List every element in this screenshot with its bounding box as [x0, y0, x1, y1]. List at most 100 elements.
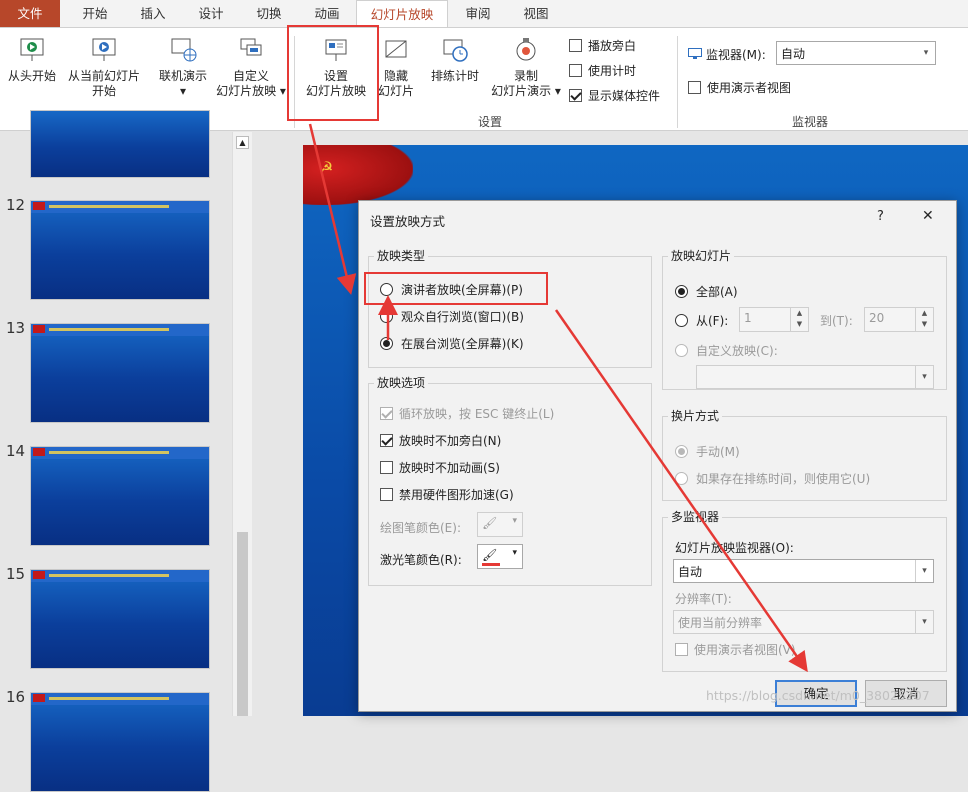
slideshow-current-icon [92, 38, 116, 61]
from-slides-radio[interactable]: 从(F): [675, 312, 728, 329]
resolution-select[interactable]: 使用当前分辨率 ▾ [673, 610, 934, 634]
chevron-down-icon: ▾ [512, 548, 517, 558]
tab-view[interactable]: 视图 [506, 0, 566, 27]
manual-advance-radio[interactable]: 手动(M) [675, 443, 740, 460]
radio-button[interactable] [380, 310, 393, 323]
checkbox-box[interactable] [688, 81, 701, 94]
record-show-button[interactable]: 录制 幻灯片演示 ▾ [486, 36, 566, 99]
online-present-button[interactable]: 联机演示 ▾ [150, 36, 216, 99]
radio-button[interactable] [675, 344, 688, 357]
multi-monitor-legend: 多监视器 [668, 508, 723, 525]
custom-show-label-1: 自定义 [232, 69, 269, 83]
loop-checkbox[interactable]: 循环放映，按 ESC 键终止(L) [380, 405, 554, 422]
kiosk-radio[interactable]: 在展台浏览(全屏幕)(K) [380, 335, 524, 352]
tab-slideshow[interactable]: 幻灯片放映 [356, 0, 448, 28]
disable-hw-accel-label: 禁用硬件图形加速(G) [399, 488, 514, 502]
hide-slide-icon [385, 40, 407, 58]
slide-number: 12 [6, 196, 26, 214]
checkbox-box[interactable] [569, 64, 582, 77]
dlg-presenter-view-checkbox[interactable]: 使用演示者视图(V) [675, 641, 796, 658]
custom-show-radio[interactable]: 自定义放映(C): [675, 342, 778, 359]
radio-button[interactable] [675, 472, 688, 485]
tab-design[interactable]: 设计 [182, 0, 240, 27]
slideshow-play-icon [20, 38, 44, 61]
slide-thumbnail[interactable] [30, 200, 210, 300]
all-slides-radio[interactable]: 全部(A) [675, 283, 738, 300]
hide-slide-label-1: 隐藏 [383, 69, 408, 83]
laser-color-picker[interactable]: 🖌 ▾ [477, 544, 523, 569]
slide-thumbnail[interactable] [30, 569, 210, 669]
tab-insert[interactable]: 插入 [124, 0, 182, 27]
from-current-button[interactable]: 从当前幻灯片 开始 [62, 36, 146, 99]
scroll-up-arrow-icon[interactable]: ▲ [236, 136, 249, 149]
tab-review[interactable]: 审阅 [450, 0, 506, 27]
annotation-box-presenter-option [364, 272, 548, 305]
checkbox-box[interactable] [569, 89, 582, 102]
radio-button[interactable] [675, 285, 688, 298]
resolution-label: 分辨率(T): [675, 592, 732, 606]
use-timings-checkbox[interactable]: 使用计时 [569, 62, 636, 79]
checkbox-box[interactable] [675, 643, 688, 656]
loop-label: 循环放映，按 ESC 键终止(L) [399, 407, 555, 421]
play-narration-checkbox[interactable]: 播放旁白 [569, 37, 636, 54]
from-slide-spinner[interactable]: 1 ▲ ▼ [739, 307, 809, 332]
radio-button[interactable] [380, 337, 393, 350]
monitor-select[interactable]: 自动 ▾ [776, 41, 936, 65]
checkbox-box[interactable] [380, 488, 393, 501]
browse-window-radio[interactable]: 观众自行浏览(窗口)(B) [380, 308, 524, 325]
slide-number: 13 [6, 319, 26, 337]
to-slide-spinner[interactable]: 20 ▲ ▼ [864, 307, 934, 332]
checkbox-box[interactable] [380, 407, 393, 420]
tab-home[interactable]: 开始 [66, 0, 124, 27]
watermark: https://blog.csdn.net/m0_38025207 [706, 688, 930, 703]
play-narration-label: 播放旁白 [588, 39, 637, 53]
resolution-value: 使用当前分辨率 [678, 616, 763, 630]
pen-color-picker[interactable]: 🖌 ▾ [477, 512, 523, 537]
checkbox-box[interactable] [569, 39, 582, 52]
tab-animations[interactable]: 动画 [298, 0, 356, 27]
slide-thumbnail[interactable] [30, 692, 210, 792]
slide-thumbnail[interactable] [30, 446, 210, 546]
ribbon-presenter-view-checkbox[interactable]: 使用演示者视图 [688, 79, 791, 96]
media-controls-checkbox[interactable]: 显示媒体控件 [569, 87, 660, 104]
slide-number: 16 [6, 688, 26, 706]
custom-show-select[interactable]: ▾ [696, 365, 934, 389]
rehearse-timings-button[interactable]: 排练计时 [424, 36, 486, 84]
slide-thumbnail[interactable] [30, 323, 210, 423]
show-slides-legend: 放映幻灯片 [668, 247, 735, 264]
spinner-arrows-icon[interactable]: ▲ ▼ [915, 308, 933, 331]
chevron-down-icon: ▾ [915, 366, 933, 388]
no-animation-checkbox[interactable]: 放映时不加动画(S) [380, 459, 500, 476]
tab-file[interactable]: 文件 [0, 0, 60, 27]
use-timings-radio[interactable]: 如果存在排练时间，则使用它(U) [675, 470, 870, 487]
show-options-legend: 放映选项 [374, 374, 429, 391]
record-icon [516, 38, 536, 61]
custom-show-button[interactable]: 自定义 幻灯片放映 ▾ [212, 36, 290, 99]
no-narration-checkbox[interactable]: 放映时不加旁白(N) [380, 432, 501, 449]
from-value: 1 [744, 311, 752, 325]
from-label: 从(F): [696, 314, 729, 328]
pen-bucket-icon: 🖌 [482, 516, 498, 530]
hide-slide-button[interactable]: 隐藏 幻灯片 [374, 36, 418, 99]
tab-transitions[interactable]: 切换 [240, 0, 298, 27]
scrollbar-thumb[interactable] [237, 532, 248, 716]
from-current-label-2: 开始 [91, 84, 116, 98]
dialog-title: 设置放映方式 [370, 214, 446, 229]
radio-button[interactable] [675, 445, 688, 458]
close-button[interactable]: ✕ [922, 208, 934, 224]
chevron-down-icon: ▾ [915, 560, 933, 582]
custom-show-label-2: 幻灯片放映 ▾ [216, 84, 286, 98]
from-start-button[interactable]: 从头开始 [2, 36, 62, 84]
show-monitor-select[interactable]: 自动 ▾ [673, 559, 934, 583]
slide-thumbnails-pane: 12 13 14 15 16 [0, 110, 232, 792]
checkbox-box[interactable] [380, 434, 393, 447]
checkbox-box[interactable] [380, 461, 393, 474]
spinner-arrows-icon[interactable]: ▲ ▼ [790, 308, 808, 331]
thumbnails-scrollbar[interactable]: ▲ [232, 132, 252, 716]
record-show-label-1: 录制 [513, 69, 538, 83]
slide-thumbnail[interactable] [30, 110, 210, 178]
show-type-legend: 放映类型 [374, 247, 429, 264]
radio-button[interactable] [675, 314, 688, 327]
disable-hw-accel-checkbox[interactable]: 禁用硬件图形加速(G) [380, 486, 514, 503]
help-button[interactable]: ? [877, 209, 884, 224]
